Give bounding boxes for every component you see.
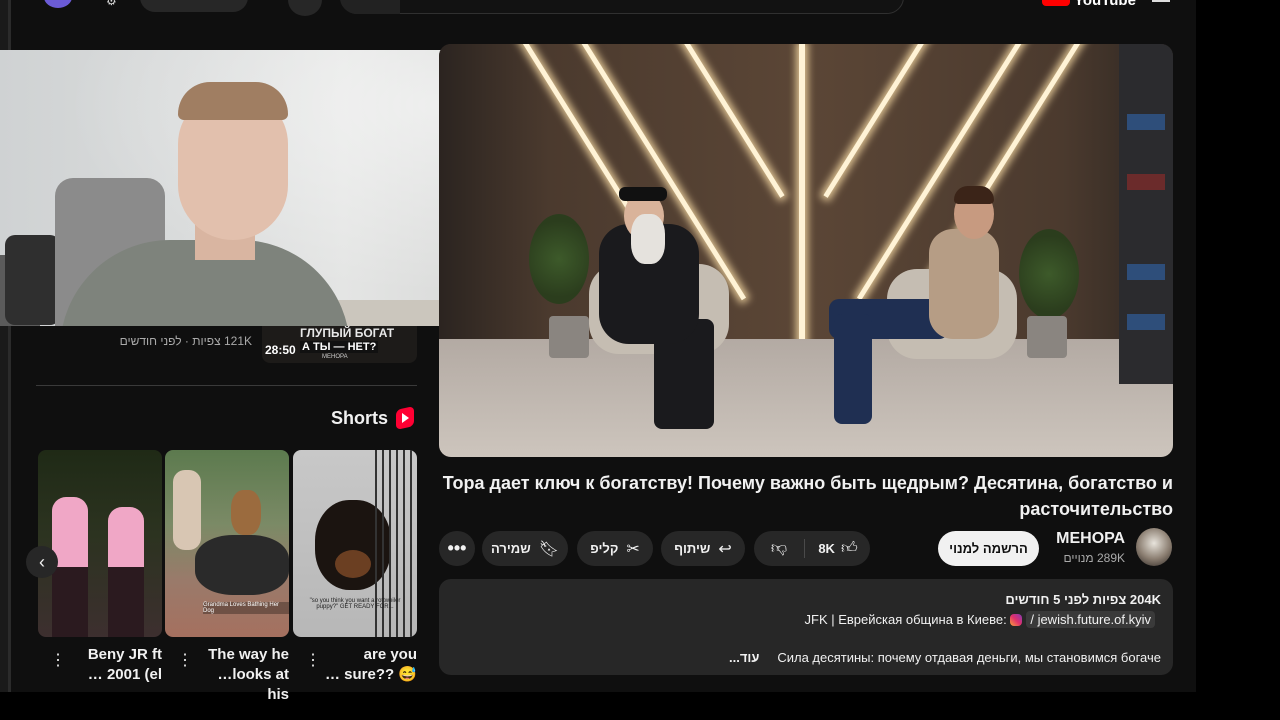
video-rabbi-beard <box>631 214 665 264</box>
youtube-logo-text[interactable]: YouTube <box>1074 0 1136 9</box>
save-button[interactable]: שמירה 🔖︎ <box>482 531 568 566</box>
short-person-legs <box>52 567 88 637</box>
like-dislike-group: 👎︎ 8K 👍︎ <box>754 531 870 566</box>
short-tub <box>195 535 289 595</box>
menu-icon[interactable] <box>1152 0 1170 2</box>
thumbs-down-icon: 👎︎ <box>770 540 788 557</box>
short-title-1-line2: … 2001 (el <box>87 666 162 683</box>
description-more-link[interactable]: ...עוד <box>729 650 759 665</box>
short-title-2-line2: …looks at his <box>217 666 289 703</box>
video-book <box>1127 264 1165 280</box>
short-title-3-line2: … sure?? 😅 <box>324 666 417 683</box>
shorts-prev-button[interactable]: ‹ <box>26 546 58 578</box>
short-thumbnail-2[interactable]: Grandma Loves Bathing Her Dog <box>165 450 289 637</box>
video-book <box>1127 314 1165 330</box>
share-button[interactable]: שיתוף ↩ <box>661 531 745 566</box>
right-black-margin <box>1196 0 1280 720</box>
community-text: JFK | Еврейская община в Киеве: <box>804 612 1011 627</box>
clip-label: קליפ <box>590 541 619 556</box>
channel-subscribers: 289K מנויים <box>1063 551 1125 565</box>
clip-button[interactable]: קליפ ✂ <box>577 531 653 566</box>
short-person-legs <box>108 567 144 637</box>
video-pot-right <box>1027 316 1067 358</box>
more-actions-button[interactable]: ••• <box>439 531 475 566</box>
webcam-overlay <box>0 50 491 326</box>
video-player[interactable] <box>439 44 1173 457</box>
instagram-icon <box>1010 614 1023 626</box>
search-button[interactable] <box>340 0 400 14</box>
view-count-date: 204K צפיות לפני 5 חודשים <box>1005 592 1161 607</box>
thumbnail-brand: МЕНОРА <box>322 354 348 360</box>
short-title-2[interactable]: The way he …looks at his <box>192 645 289 705</box>
shorts-heading: Shorts <box>330 408 388 428</box>
thumbnail-title-line2: А ТЫ — НЕТ? <box>300 341 379 353</box>
like-separator <box>804 539 805 558</box>
notifications-icon[interactable]: ⚙ <box>106 0 120 8</box>
short-caption: Grandma Loves Bathing Her Dog <box>203 602 289 614</box>
share-label: שיתוף <box>674 541 711 556</box>
video-guest-hair <box>954 186 994 204</box>
dislike-button[interactable]: 👎︎ <box>754 531 804 566</box>
video-guest-shins <box>834 314 872 424</box>
video-book <box>1127 114 1165 130</box>
more-icon: ••• <box>447 538 467 558</box>
topbar-pill-button[interactable] <box>140 0 248 12</box>
share-arrow-icon: ↩ <box>718 540 732 558</box>
description-box[interactable]: 204K צפיות לפני 5 חודשים JFK | Еврейская… <box>439 579 1173 675</box>
channel-name[interactable]: МЕНОРА <box>1045 530 1125 548</box>
like-count: 8K <box>818 541 835 556</box>
video-light-center <box>799 44 805 344</box>
short-title-1[interactable]: Beny JR ft … 2001 (el <box>66 645 162 685</box>
description-snippet: Сила десятины: почему отдавая деньги, мы… <box>777 650 1161 665</box>
youtube-logo-icon[interactable] <box>1042 0 1070 6</box>
video-plant-left <box>529 214 589 304</box>
section-divider <box>36 385 417 386</box>
video-plant-right <box>1019 229 1079 319</box>
bookmark-icon: 🔖︎ <box>538 540 560 558</box>
video-book <box>1127 174 1165 190</box>
webcam-person-hair <box>178 82 288 120</box>
save-label: שמירה <box>490 541 531 556</box>
short-puppy-muzzle <box>335 550 371 578</box>
short-thumbnail-3[interactable]: "so you think you want a rottweiler pupp… <box>293 450 417 637</box>
short-title-2-line1: The way he <box>208 646 289 663</box>
subscribe-button[interactable]: הרשמה למנוי <box>938 531 1039 566</box>
thumbs-up-icon: 👍︎ <box>840 540 858 557</box>
video-pot-left <box>549 316 589 358</box>
short-3-more-icon[interactable]: ⋮ <box>305 650 321 670</box>
short-thumbnail-1[interactable] <box>38 450 162 637</box>
short-dog <box>231 490 261 535</box>
short-grandma <box>173 470 201 550</box>
short-title-1-line1: Beny JR ft <box>87 646 162 663</box>
video-title: Тора дает ключ к богатству! Почему важно… <box>442 473 1173 519</box>
short-2-more-icon[interactable]: ⋮ <box>177 650 193 670</box>
short-caption: "so you think you want a rottweiler pupp… <box>309 598 401 610</box>
video-duration: 28:50 <box>265 343 296 357</box>
short-title-3-line1: are you <box>363 646 417 663</box>
video-rabbi-hat <box>619 187 667 201</box>
webcam-coat <box>5 235 60 325</box>
short-title-3[interactable]: are you … sure?? 😅 <box>322 645 417 685</box>
thumbnail-title-line1: ГЛУПЫЙ БОГАТ <box>300 326 395 340</box>
like-button[interactable]: 8K 👍︎ <box>806 531 870 566</box>
related-video-meta: 121K צפיות · לפני חודשים <box>119 334 252 348</box>
shorts-play-icon <box>402 413 409 423</box>
search-input[interactable] <box>340 0 904 14</box>
scissors-icon: ✂ <box>626 540 640 558</box>
instagram-link[interactable]: / jewish.future.of.kyiv <box>1026 611 1155 628</box>
short-1-more-icon[interactable]: ⋮ <box>50 650 66 670</box>
video-guest-body <box>929 229 999 339</box>
video-bookshelf <box>1119 44 1173 384</box>
description-community-line: JFK | Еврейская община в Киеве: / jewish… <box>804 611 1155 628</box>
channel-avatar[interactable] <box>1136 528 1172 566</box>
